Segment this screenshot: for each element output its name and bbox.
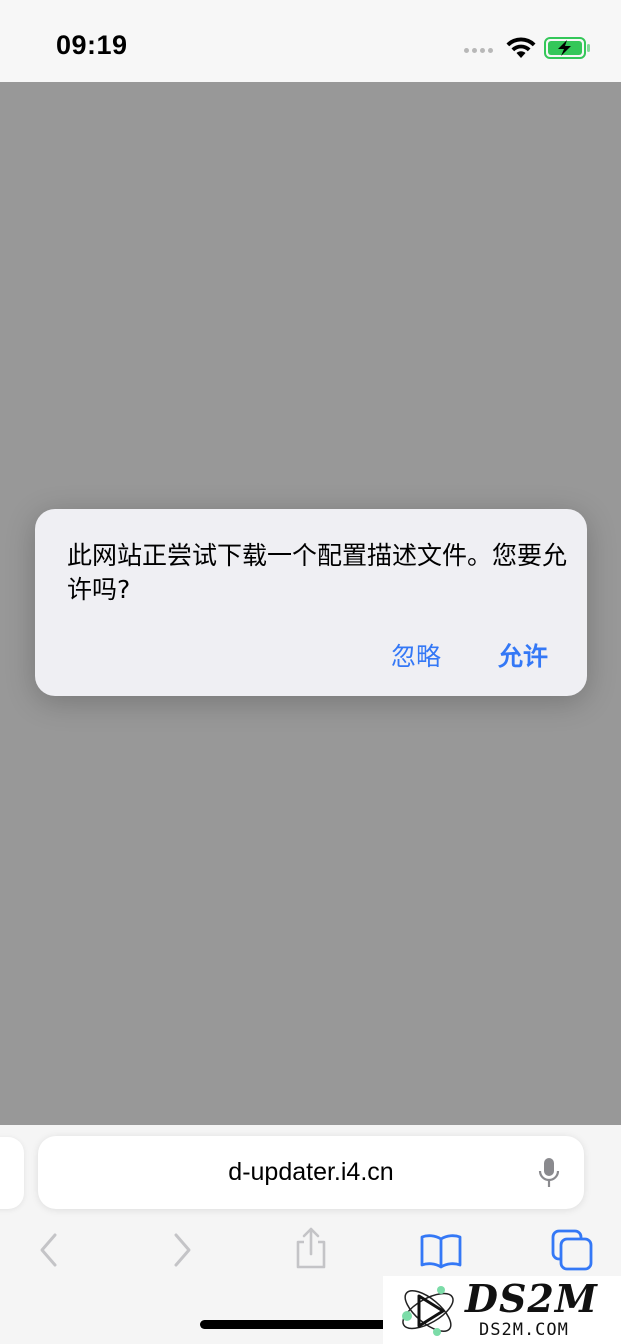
alert-message: 此网站正尝试下载一个配置描述文件。您要允许吗? [67,541,568,604]
address-bar[interactable]: d-updater.i4.cn [38,1136,584,1209]
signal-dots-icon [464,48,493,53]
share-icon[interactable] [288,1225,334,1271]
bookmarks-icon[interactable] [418,1227,464,1273]
watermark: DS2M DS2M.COM [383,1276,621,1344]
previous-tab-peek[interactable] [0,1137,24,1209]
watermark-title: DS2M [465,1276,598,1321]
tabs-icon[interactable] [549,1227,595,1273]
status-bar: 09:19 [0,0,621,82]
wifi-icon [506,37,536,58]
download-profile-alert: 此网站正尝试下载一个配置描述文件。您要允许吗? 忽略 允许 [35,509,587,696]
play-logo-icon [402,1286,454,1336]
forward-icon[interactable] [159,1227,205,1273]
back-icon[interactable] [27,1227,73,1273]
microphone-icon[interactable] [537,1156,561,1190]
ignore-button[interactable]: 忽略 [391,637,441,673]
watermark-subtitle: DS2M.COM [479,1320,569,1340]
status-time: 09:19 [56,30,128,60]
address-url[interactable]: d-updater.i4.cn [38,1136,584,1209]
battery-charging-icon [544,37,590,59]
allow-button[interactable]: 允许 [498,637,548,673]
